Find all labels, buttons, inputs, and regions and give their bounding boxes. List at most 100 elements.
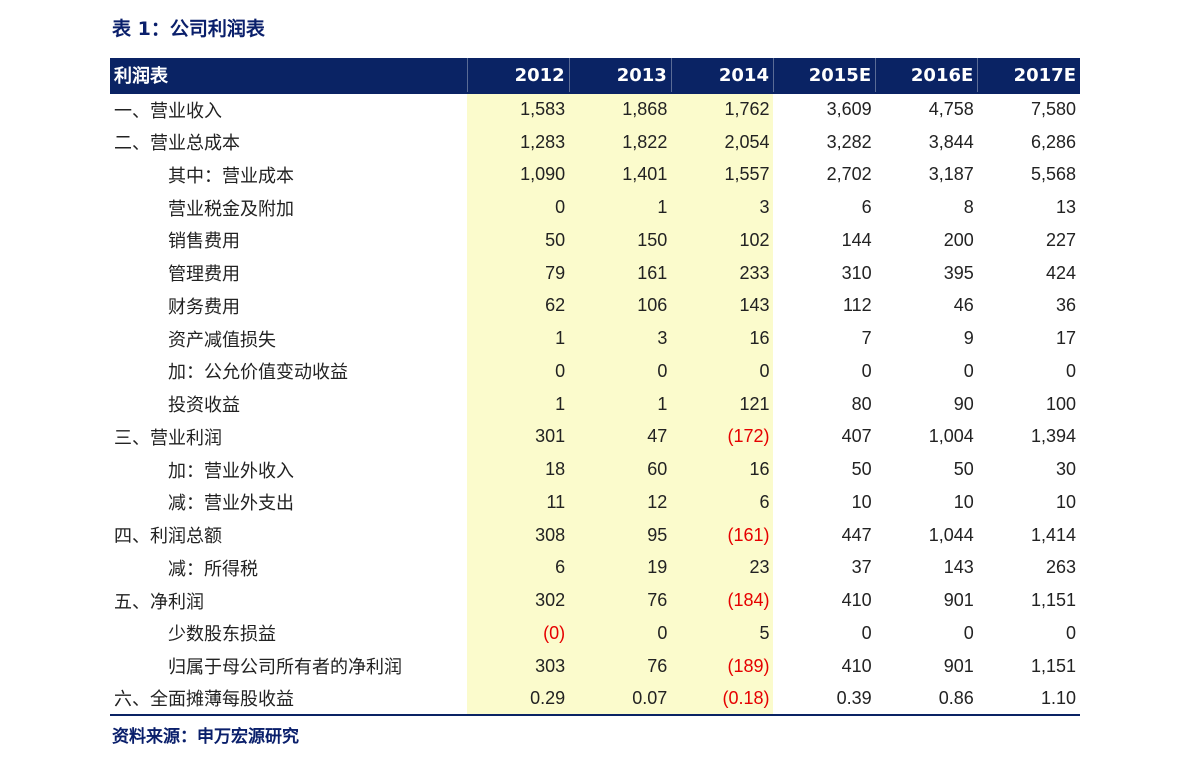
cell-value: 233 [671,256,774,290]
row-label: 销售费用 [168,231,240,253]
cell-value: 1 [569,191,672,224]
cell-value: 1,401 [569,158,672,192]
cell-value: 303 [467,649,570,683]
cell-value: 2,054 [671,125,774,159]
cell-value: 3,609 [826,99,872,120]
cell-value: 0 [467,191,570,224]
cell-value: 1,414 [1030,524,1076,545]
cell-value: 161 [569,256,672,290]
cell-value: 6,286 [1030,131,1076,152]
table-row: 六、全面摊薄每股收益 0.29 0.07 (0.18) 0.39 0.86 1.10 [110,682,1080,717]
cell-value: 1,044 [928,524,974,545]
cell-value: 50 [851,459,872,480]
cell-value: 227 [1045,229,1076,250]
cell-value: 30 [1055,459,1076,480]
cell-value: 16 [671,453,774,486]
cell-value: 76 [569,649,672,683]
cell-value: 0.86 [875,682,978,717]
cell-value: 36 [1055,295,1076,316]
cell-value: 100 [1045,393,1076,414]
cell-value: 447 [841,524,872,545]
cell-value: 0 [861,622,872,643]
cell-value: 76 [569,584,672,617]
cell-value: 10 [1055,491,1076,512]
cell-value: 11 [467,486,570,519]
cell-value: 0.39 [773,682,876,717]
row-label: 三、营业利润 [114,427,222,449]
cell-value: 263 [1045,557,1076,578]
header-2016e: 2016E [875,58,978,94]
cell-value: 1,151 [1030,655,1076,676]
cell-value: 1 [467,387,570,421]
cell-value: 112 [842,295,872,316]
cell-value: 901 [943,590,974,611]
row-label: 一、营业收入 [114,100,222,122]
row-label: 五、净利润 [114,591,204,613]
row-label: 管理费用 [168,264,240,286]
cell-value: 50 [467,224,570,257]
cell-value: 1,822 [569,125,672,159]
cell-value: 46 [953,295,974,316]
cell-value: 301 [467,420,570,454]
cell-value: 7 [861,328,872,349]
cell-value: 90 [953,393,974,414]
row-label: 二、营业总成本 [114,133,240,155]
cell-value: 2,702 [826,164,872,185]
cell-value: (189) [671,649,774,683]
row-label: 投资收益 [168,395,240,417]
cell-value: 1 [467,322,570,355]
row-label: 少数股东损益 [168,624,276,646]
cell-value: 60 [569,453,672,486]
table-row: 投资收益 1 1 121 80 90 100 [110,387,1080,421]
table-row: 财务费用 62 106 143 112 46 36 [110,289,1080,323]
row-label: 六、全面摊薄每股收益 [110,682,468,717]
cell-value: 79 [467,256,570,290]
cell-value: 407 [841,426,872,447]
cell-value: 17 [1055,328,1076,349]
cell-value: 0 [569,617,672,650]
header-2012: 2012 [466,58,570,94]
cell-value: 1 [569,387,672,421]
row-label: 加：公允价值变动收益 [168,362,348,384]
cell-value: 47 [569,420,672,454]
cell-value: 0 [1065,360,1076,381]
cell-value: 410 [841,655,872,676]
table-row: 四、利润总额 308 95 (161) 447 1,044 1,414 [110,518,1080,552]
cell-value: 143 [943,557,974,578]
cell-value: 1,557 [671,158,774,192]
cell-value: (161) [671,518,774,552]
table-header-row: 利润表 2012 2013 2014 2015E 2016E 2017E [110,58,1080,94]
cell-value: 62 [467,289,570,323]
header-2015e: 2015E [772,58,876,94]
cell-value: 5 [671,617,774,650]
table-row: 管理费用 79 161 233 310 395 424 [110,256,1080,290]
cell-value: 16 [671,322,774,355]
table-body: 一、营业收入 1,583 1,868 1,762 3,609 4,758 7,580 二、营业… [110,93,1080,717]
cell-value: 0 [963,622,974,643]
table-row: 加：营业外收入 18 60 16 50 50 30 [110,453,1080,486]
table-title: 表 1：公司利润表 [112,18,265,40]
cell-value: 3,282 [826,131,872,152]
header-2013: 2013 [568,58,672,94]
table-row: 减：营业外支出 11 12 6 10 10 10 [110,486,1080,519]
cell-value: 13 [1055,197,1076,218]
cell-value: 10 [953,491,974,512]
cell-value: 0 [671,355,774,388]
cell-value: 102 [671,224,774,257]
cell-value: 1,004 [928,426,974,447]
table-row: 减：所得税 6 19 23 37 143 263 [110,551,1080,585]
cell-value: 0 [569,355,672,388]
cell-value: 0 [1065,622,1076,643]
cell-value: 106 [569,289,672,323]
cell-value: 308 [467,518,570,552]
cell-value: 10 [851,491,872,512]
cell-value: 1,151 [1030,590,1076,611]
header-2014: 2014 [670,58,774,94]
cell-value: 302 [467,584,570,617]
header-label: 利润表 [110,58,468,94]
table-row: 二、营业总成本 1,283 1,822 2,054 3,282 3,844 6,286 [110,125,1080,159]
cell-value: 144 [841,229,872,250]
header-2017e: 2017E [977,58,1080,94]
table-row: 少数股东损益 (0) 0 5 0 0 0 [110,617,1080,650]
cell-value: 0 [963,360,974,381]
